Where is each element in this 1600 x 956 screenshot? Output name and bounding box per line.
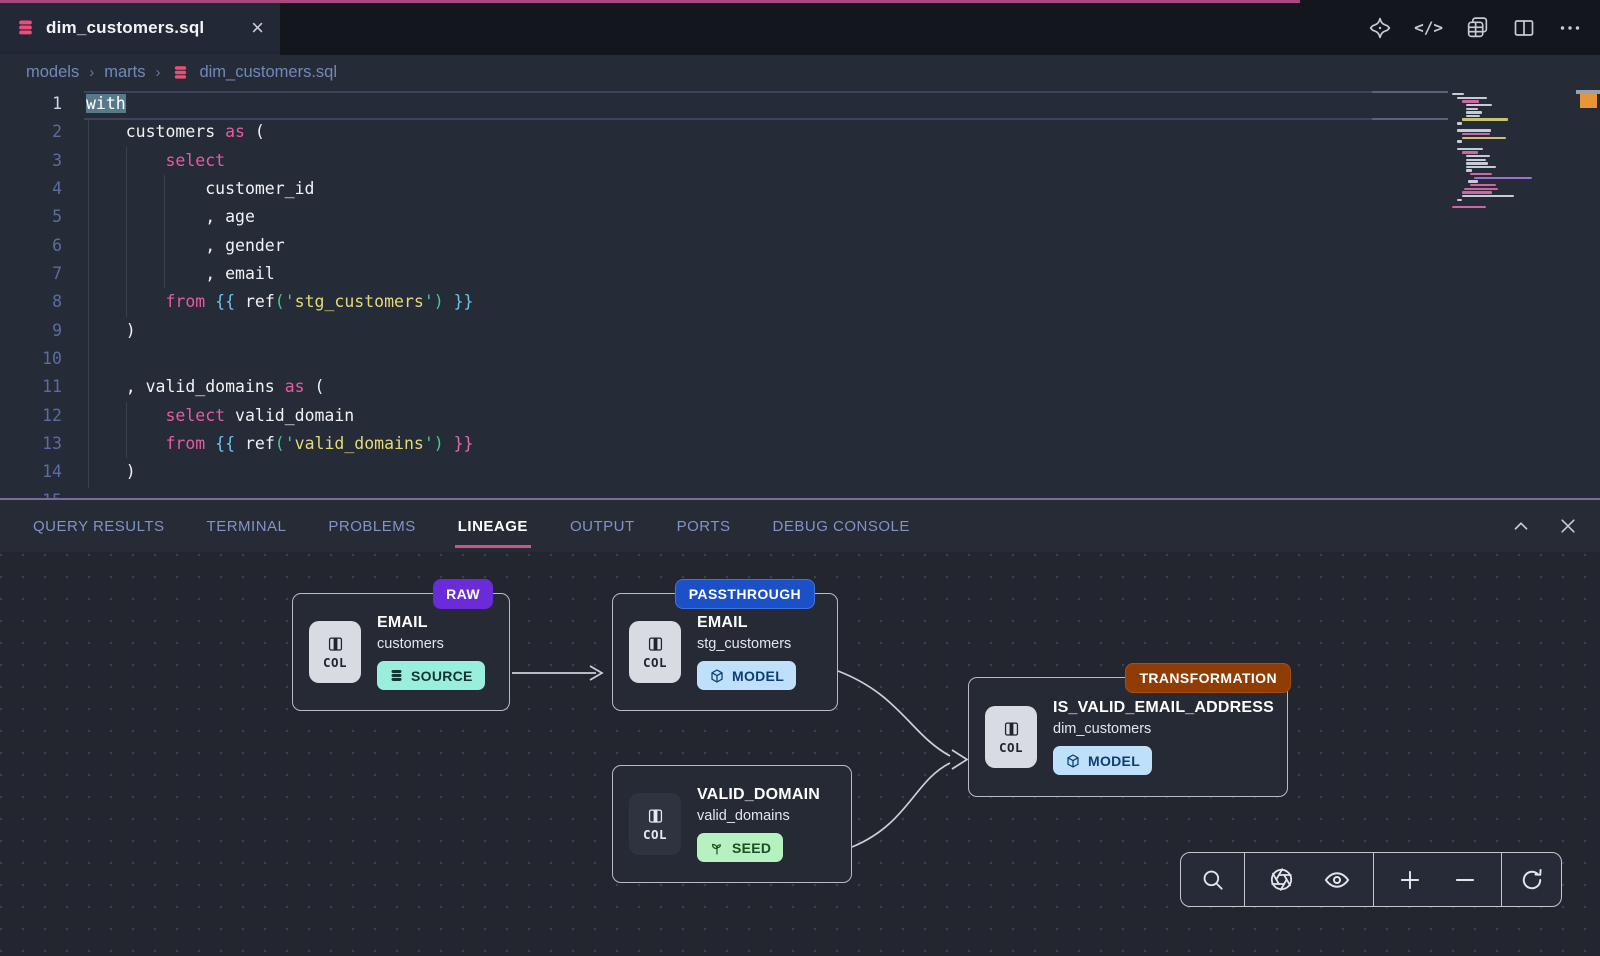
aperture-icon[interactable] [1261, 860, 1301, 900]
node-title: EMAIL [377, 614, 485, 632]
status-badge-transformation: TRANSFORMATION [1125, 663, 1291, 693]
status-badge-raw: RAW [433, 579, 493, 609]
copy-table-icon[interactable] [1465, 15, 1490, 40]
database-icon [389, 668, 404, 683]
cube-icon [709, 668, 725, 684]
node-title: IS_VALID_EMAIL_ADDRESS [1053, 699, 1274, 717]
tab-output[interactable]: OUTPUT [570, 518, 635, 535]
code-area: with customers as ( select customer_id ,… [86, 90, 474, 498]
column-icon: COL [985, 706, 1037, 768]
eye-icon[interactable] [1317, 860, 1357, 900]
minimap[interactable] [1452, 93, 1550, 210]
panel-tab-bar: QUERY RESULTS TERMINAL PROBLEMS LINEAGE … [0, 500, 1600, 552]
refresh-icon[interactable] [1512, 860, 1552, 900]
close-panel-icon[interactable] [1558, 516, 1578, 536]
column-icon: COL [629, 621, 681, 683]
bottom-panel: QUERY RESULTS TERMINAL PROBLEMS LINEAGE … [0, 498, 1600, 956]
zoom-out-icon[interactable] [1445, 860, 1485, 900]
lineage-canvas[interactable]: RAW COL EMAIL customers [0, 552, 1600, 956]
type-badge-model: MODEL [1053, 746, 1152, 775]
type-badge-seed: SEED [697, 833, 783, 862]
app-window: dim_customers.sql × </> [0, 0, 1600, 956]
dbt-icon[interactable] [1368, 16, 1392, 40]
node-subtitle: valid_domains [697, 808, 820, 824]
scrollbar-marker[interactable] [1580, 94, 1597, 108]
code-editor[interactable]: 123456789101112131415 with customers as … [0, 90, 1600, 498]
gutter: 123456789101112131415 [0, 90, 62, 498]
current-line-border-bottom-right [1372, 118, 1448, 120]
type-badge-source: SOURCE [377, 661, 485, 690]
tab-ports[interactable]: PORTS [677, 518, 731, 535]
breadcrumb-item-models[interactable]: models [26, 63, 79, 82]
tab-dim-customers[interactable]: dim_customers.sql × [0, 0, 280, 55]
cube-icon [1065, 753, 1081, 769]
active-tab-accent-border [0, 0, 1300, 3]
tab-lineage[interactable]: LINEAGE [458, 518, 528, 535]
panel-actions [1510, 515, 1578, 537]
code-icon[interactable]: </> [1414, 18, 1443, 37]
tab-terminal[interactable]: TERMINAL [207, 518, 287, 535]
breadcrumb-item-file[interactable]: dim_customers.sql [199, 63, 337, 82]
split-editor-icon[interactable] [1512, 16, 1536, 40]
column-icon: COL [629, 793, 681, 855]
tab-query-results[interactable]: QUERY RESULTS [33, 518, 165, 535]
tab-problems[interactable]: PROBLEMS [328, 518, 415, 535]
seedling-icon [709, 840, 725, 856]
chevron-up-icon[interactable] [1510, 515, 1532, 537]
column-icon: COL [309, 621, 361, 683]
node-title: EMAIL [697, 614, 796, 632]
breadcrumb-item-marts[interactable]: marts [104, 63, 145, 82]
editor-tab-bar: dim_customers.sql × </> [0, 0, 1600, 55]
zoom-in-icon[interactable] [1390, 860, 1430, 900]
search-icon[interactable] [1193, 860, 1233, 900]
lineage-toolbar [1180, 852, 1562, 907]
node-title: VALID_DOMAIN [697, 786, 820, 804]
database-icon [172, 64, 189, 81]
tab-debug-console[interactable]: DEBUG CONSOLE [773, 518, 910, 535]
lineage-node-customers[interactable]: RAW COL EMAIL customers [292, 593, 510, 711]
editor-actions: </> [1368, 0, 1582, 55]
node-subtitle: stg_customers [697, 636, 796, 652]
lineage-node-valid-domains[interactable]: COL VALID_DOMAIN valid_domains [612, 765, 852, 883]
current-line-border-top-right [1372, 91, 1448, 93]
tab-title: dim_customers.sql [46, 18, 204, 38]
close-tab-icon[interactable]: × [251, 17, 264, 39]
lineage-node-stg-customers[interactable]: PASSTHROUGH COL EMAIL stg_customers [612, 593, 838, 711]
node-subtitle: customers [377, 636, 485, 652]
breadcrumb: models › marts › dim_customers.sql [0, 55, 1600, 90]
lineage-node-dim-customers[interactable]: TRANSFORMATION COL IS_VALID_EMAIL_ADDRES… [968, 677, 1288, 797]
type-badge-model: MODEL [697, 661, 796, 690]
status-badge-passthrough: PASSTHROUGH [675, 579, 815, 609]
database-icon [16, 18, 35, 37]
breadcrumb-separator: › [89, 64, 94, 81]
breadcrumb-separator: › [155, 64, 160, 81]
more-icon[interactable] [1558, 16, 1582, 40]
node-subtitle: dim_customers [1053, 721, 1274, 737]
